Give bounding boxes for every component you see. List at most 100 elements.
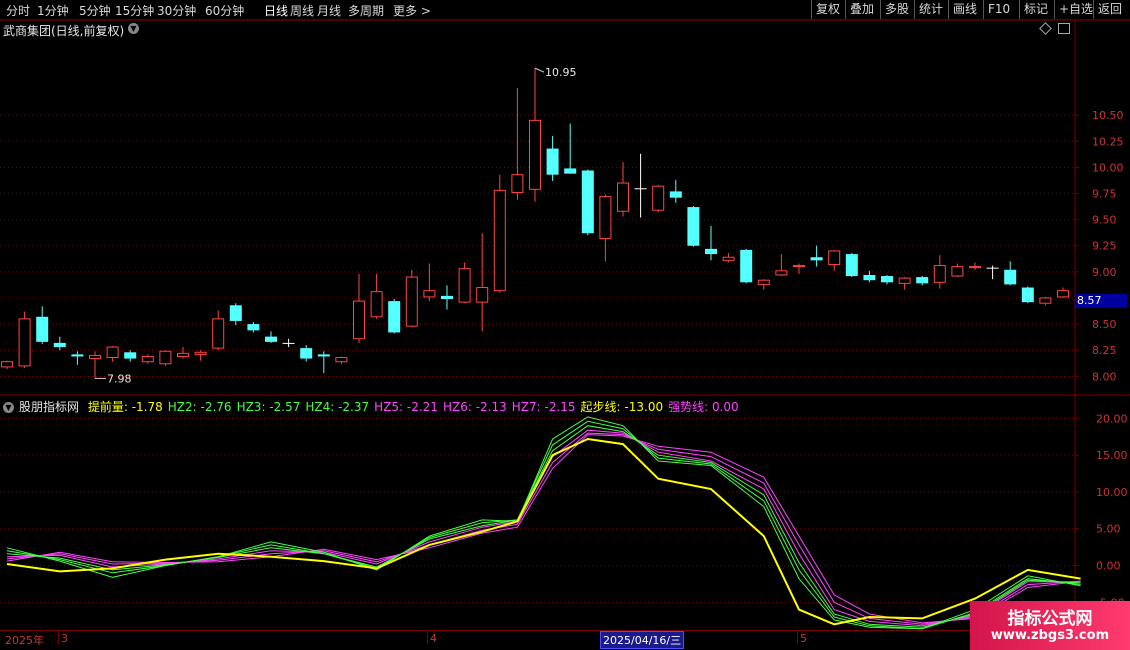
candle-body — [916, 277, 929, 284]
candle-body — [722, 256, 735, 261]
indicator-legend: ▼ 股朋指标网 提前量: -1.78 HZ2: -2.76 HZ3: -2.57 HZ4… — [3, 398, 744, 415]
candle-body — [159, 350, 172, 365]
indicator-tick-label: 5.00 — [1096, 523, 1121, 536]
watermark-title: 指标公式网 — [1007, 609, 1093, 629]
candle-body — [757, 279, 770, 285]
candle-body — [1057, 290, 1069, 298]
candle-body — [1039, 297, 1052, 304]
candle-body — [282, 342, 295, 344]
candle-body — [986, 267, 999, 269]
candle-body — [898, 277, 911, 284]
candle-body — [1, 361, 13, 368]
candle-body — [493, 189, 506, 292]
indicator-tick-label: 10.00 — [1096, 486, 1128, 499]
candle-body — [353, 300, 365, 340]
candle-body — [265, 336, 277, 342]
candle-body — [599, 196, 612, 239]
indicator-value-4: HZ5: -2.21 — [374, 400, 438, 414]
candle-body — [881, 276, 893, 283]
date-label-0: 2025年 — [5, 634, 44, 647]
candle-body — [634, 188, 647, 190]
indicator-value-5: HZ6: -2.13 — [442, 400, 507, 414]
candle-body — [194, 351, 207, 355]
low-annotation: 7.98 — [107, 372, 132, 385]
candle-body — [405, 276, 418, 327]
price-tick-label: 10.25 — [1092, 135, 1124, 148]
indicator-value-1: HZ2: -2.76 — [167, 400, 232, 414]
candle-body — [18, 318, 31, 367]
date-axis: 2025年 3 4 5 — [0, 630, 1075, 647]
candle-body — [564, 168, 577, 174]
indicator-line-1 — [6, 416, 1081, 630]
date-label-2: 4 — [430, 632, 437, 645]
price-tick-label: 8.50 — [1092, 318, 1117, 331]
price-tick-label: 10.00 — [1092, 161, 1124, 174]
indicator-tick-label: 0.00 — [1096, 559, 1121, 572]
candle-body — [1004, 269, 1017, 285]
candle-body — [247, 324, 260, 331]
candle-body — [317, 354, 330, 357]
candle-body — [441, 295, 453, 300]
price-tick-label: 9.75 — [1092, 187, 1117, 200]
indicator-tick-label: 20.00 — [1096, 412, 1128, 425]
indicator-line-3 — [6, 425, 1081, 628]
candle-body — [546, 148, 559, 175]
candle-body — [300, 348, 313, 359]
indicator-line-0 — [6, 437, 1081, 626]
candle-body — [124, 352, 137, 359]
date-cursor-label: 2025/04/16/三 — [600, 631, 685, 649]
candle-body — [212, 318, 225, 349]
indicator-value-0: 提前量: -1.78 — [87, 400, 163, 414]
candle-body — [458, 268, 471, 303]
candle-body — [141, 355, 154, 363]
price-tick-label: 9.50 — [1092, 214, 1117, 227]
date-label-1: 3 — [61, 632, 68, 645]
price-tick-label: 8.00 — [1092, 370, 1117, 383]
candle-body — [687, 207, 700, 246]
candle-body — [370, 291, 383, 318]
candle-body — [705, 248, 717, 255]
date-label-3: 5 — [800, 632, 807, 645]
candle-body — [423, 290, 436, 298]
chart-area: 8.008.258.508.759.009.259.509.7510.0010.… — [0, 19, 1130, 630]
candle-body — [53, 342, 66, 348]
candle-body — [740, 249, 753, 283]
candle-body — [106, 346, 119, 359]
indicator-value-6: HZ7: -2.15 — [511, 400, 576, 414]
candle-body — [951, 266, 964, 277]
candle-body — [581, 170, 594, 234]
candle-body — [89, 354, 101, 360]
candle-body — [863, 274, 876, 281]
last-price-tag: 8.57 — [1075, 294, 1127, 308]
candle-body — [476, 287, 489, 303]
candle-body — [969, 266, 981, 269]
price-tick-label: 9.00 — [1092, 266, 1117, 279]
price-tick-label: 9.25 — [1092, 240, 1117, 253]
indicator-toggle-icon[interactable]: ▼ — [3, 402, 14, 413]
candle-body — [652, 185, 665, 211]
high-annotation: 10.95 — [545, 66, 577, 79]
indicator-tick-label: 15.00 — [1096, 449, 1128, 462]
candle-body — [669, 191, 682, 198]
price-tick-label: 8.25 — [1092, 344, 1117, 357]
candle-body — [511, 174, 524, 193]
candle-body — [775, 270, 788, 276]
date-tick — [427, 631, 428, 644]
indicator-value-7: 起步线: -13.00 — [580, 400, 664, 414]
candle-body — [793, 265, 805, 268]
watermark-url: www.zbgs3.com — [990, 628, 1110, 643]
candle-body — [845, 254, 858, 277]
indicator-value-2: HZ3: -2.57 — [236, 400, 301, 414]
candle-body — [229, 305, 242, 321]
indicator-name: 股朋指标网 — [19, 400, 80, 414]
candle-body — [71, 354, 84, 357]
high-marker — [534, 67, 545, 73]
candle-body — [177, 352, 189, 357]
candle-body — [529, 119, 541, 190]
watermark: 指标公式网 www.zbgs3.com — [970, 601, 1130, 650]
candle-body — [933, 265, 946, 283]
candle-body — [828, 250, 841, 266]
indicator-value-8: 强势线: 0.00 — [668, 400, 739, 414]
candle-body — [1021, 287, 1034, 303]
candle-body — [388, 301, 401, 333]
